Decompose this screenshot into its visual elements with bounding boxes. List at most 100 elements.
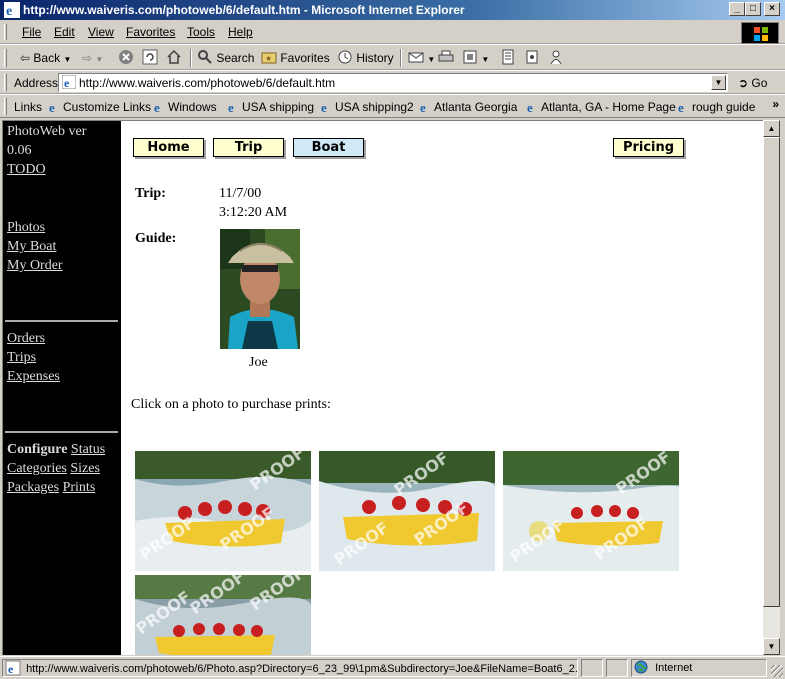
configure-row: Configure Status: [7, 442, 105, 458]
resize-grip[interactable]: [771, 665, 783, 677]
history-icon: [338, 50, 352, 64]
status-url-pane: e http://www.waiveris.com/photoweb/6/Pho…: [2, 659, 578, 677]
address-dropdown-button[interactable]: ▼: [711, 75, 726, 90]
photo-thumbnail[interactable]: PROOF PROOF PROOF: [319, 451, 495, 571]
window-title: http://www.waiveris.com/photoweb/6/defau…: [23, 3, 465, 17]
home-toolbar-button[interactable]: [166, 49, 182, 67]
history-button[interactable]: History: [337, 49, 394, 67]
photo-thumbnail[interactable]: PROOF PROOF PROOF: [135, 451, 311, 571]
sidebar-link-orders[interactable]: Orders: [7, 331, 45, 347]
refresh-button[interactable]: [142, 49, 158, 67]
chevron-down-icon: ▼: [714, 78, 723, 87]
svg-text:e: e: [420, 100, 426, 113]
raft-photo-image: PROOF PROOF PROOF: [503, 451, 679, 571]
back-button[interactable]: ⇦ Back ▼: [20, 49, 71, 67]
sidebar-link-my-order[interactable]: My Order: [7, 258, 63, 274]
packages-row: Packages Prints: [7, 480, 95, 496]
home-icon: [167, 49, 181, 64]
menu-file[interactable]: File: [22, 25, 41, 39]
menu-view[interactable]: View: [88, 25, 114, 39]
print-button[interactable]: [438, 49, 454, 67]
sidebar-link-my-boat[interactable]: My Boat: [7, 239, 56, 255]
scrollbar-thumb[interactable]: [763, 137, 780, 607]
guide-photo[interactable]: [220, 229, 300, 349]
vertical-scrollbar[interactable]: ▲ ▼: [763, 120, 780, 655]
ie-page-icon: e: [420, 100, 426, 113]
svg-text:e: e: [678, 100, 684, 113]
ie-page-icon: e: [678, 100, 684, 113]
link-atlanta-home[interactable]: e Atlanta, GA - Home Page: [526, 100, 676, 114]
ie-page-icon: e: [154, 100, 160, 113]
nav-boat-button[interactable]: Boat: [293, 138, 364, 157]
maximize-button[interactable]: □: [745, 2, 761, 16]
address-url[interactable]: http://www.waiveris.com/photoweb/6/defau…: [79, 76, 335, 90]
nav-pricing-button[interactable]: Pricing: [613, 138, 684, 157]
address-input[interactable]: e http://www.waiveris.com/photoweb/6/def…: [58, 73, 728, 92]
sidebar-link-prints[interactable]: Prints: [63, 480, 96, 495]
nav-trip-button[interactable]: Trip: [213, 138, 284, 157]
nav-home-button[interactable]: Home: [133, 138, 204, 157]
favorites-button[interactable]: ★ Favorites: [261, 49, 330, 67]
sidebar-link-photos[interactable]: Photos: [7, 220, 45, 236]
toolbar-grip[interactable]: [4, 74, 7, 91]
sidebar-link-categories[interactable]: Categories: [7, 461, 67, 476]
ie-page-icon: e: [228, 100, 234, 113]
svg-text:e: e: [228, 100, 234, 113]
link-usa-shipping[interactable]: e USA shipping: [227, 100, 314, 114]
sidebar-link-trips[interactable]: Trips: [7, 350, 36, 366]
edit-button[interactable]: ▼: [462, 49, 489, 67]
toolbar-grip[interactable]: [4, 49, 7, 67]
messenger-button[interactable]: [548, 49, 564, 67]
trip-time: 3:12:20 AM: [219, 205, 288, 220]
sidebar-divider: [5, 431, 118, 433]
close-button[interactable]: ×: [764, 2, 780, 16]
link-atlanta-georgia[interactable]: e Atlanta Georgia: [419, 100, 517, 114]
link-rough-guide[interactable]: e rough guide: [677, 100, 755, 114]
link-windows[interactable]: e Windows: [153, 100, 217, 114]
discuss-icon: [502, 49, 514, 65]
menu-help[interactable]: Help: [228, 25, 253, 39]
go-button[interactable]: ➲ Go: [738, 76, 767, 90]
menu-bar: File Edit View Favorites Tools Help: [0, 20, 785, 44]
status-secure-pane: [606, 659, 628, 677]
sidebar-link-todo[interactable]: TODO: [7, 162, 46, 178]
menu-tools[interactable]: Tools: [187, 25, 215, 39]
trip-date: 11/7/00: [219, 186, 262, 201]
sidebar-link-packages[interactable]: Packages: [7, 480, 59, 495]
forward-button[interactable]: ⇨ ▼: [82, 49, 103, 67]
ie-page-icon: e: [527, 100, 533, 113]
links-more-chevron[interactable]: »: [772, 97, 779, 111]
scroll-up-button[interactable]: ▲: [763, 120, 780, 137]
stop-icon: [119, 50, 133, 64]
scroll-down-button[interactable]: ▼: [763, 638, 780, 655]
toolbar-grip[interactable]: [4, 98, 7, 115]
research-button[interactable]: [524, 49, 540, 67]
photo-thumbnail[interactable]: PROOF PROOF PROOF: [503, 451, 679, 571]
photo-thumbnail[interactable]: PROOF PROOF PROOF: [135, 575, 311, 655]
messenger-icon: [550, 50, 562, 65]
stop-button[interactable]: [118, 49, 134, 67]
status-progress-pane: [581, 659, 603, 677]
links-label: Links: [14, 100, 43, 114]
favorites-folder-icon: ★: [261, 52, 277, 64]
toolbar-separator: [190, 49, 192, 67]
menu-favorites[interactable]: Favorites: [126, 25, 175, 39]
guide-name: Joe: [249, 355, 268, 370]
sidebar-link-sizes[interactable]: Sizes: [70, 461, 100, 476]
windows-logo-icon: [754, 27, 768, 41]
svg-text:e: e: [527, 100, 533, 113]
link-usa-shipping2[interactable]: e USA shipping2: [320, 100, 414, 114]
link-customize-links[interactable]: e Customize Links: [48, 100, 151, 114]
discuss-button[interactable]: [500, 49, 516, 67]
forward-arrow-icon: ⇨: [82, 51, 93, 65]
toolbar-grip[interactable]: [4, 24, 7, 40]
raft-photo-image: PROOF PROOF PROOF: [319, 451, 495, 571]
refresh-icon: [142, 49, 158, 65]
minimize-button[interactable]: _: [729, 2, 745, 16]
search-button[interactable]: Search: [197, 49, 254, 67]
menu-edit[interactable]: Edit: [54, 25, 75, 39]
research-icon: [526, 50, 538, 64]
mail-button[interactable]: ▼: [408, 49, 435, 67]
sidebar-link-expenses[interactable]: Expenses: [7, 369, 60, 385]
sidebar-link-status[interactable]: Status: [71, 442, 105, 457]
